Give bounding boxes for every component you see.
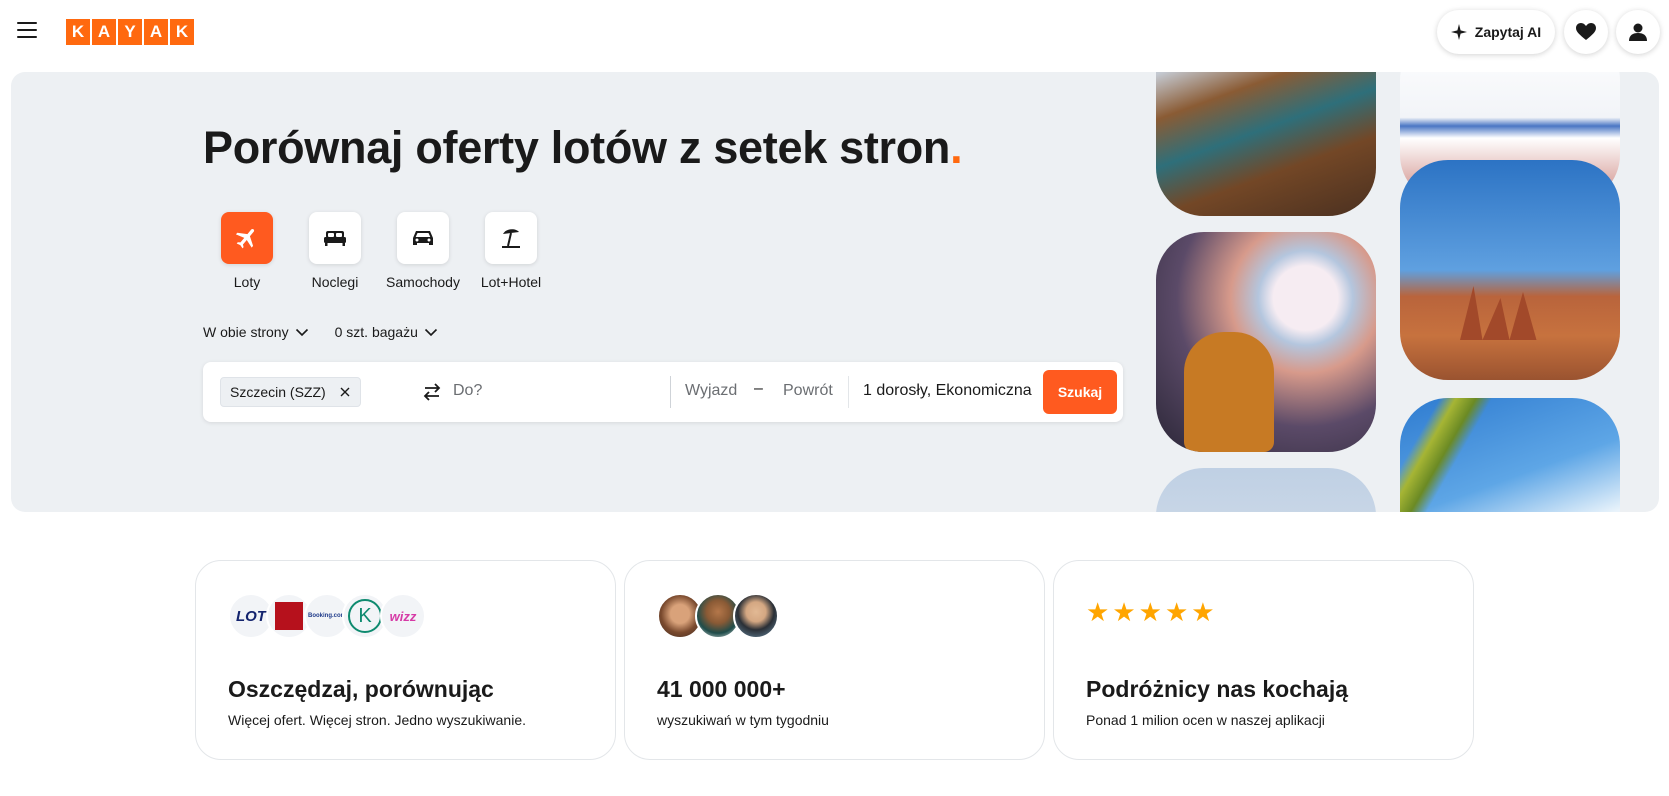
search-button[interactable]: Szukaj (1043, 370, 1117, 414)
vertical-label: Samochody (386, 274, 460, 290)
depart-date-input[interactable]: Wyjazd (685, 382, 737, 400)
vertical-label: Loty (233, 274, 261, 290)
date-separator: – (754, 380, 763, 397)
compare-card: LOT Booking.com K wizz Oszczędzaj, porów… (195, 560, 616, 760)
search-options: W obie strony 0 szt. bagażu (203, 324, 438, 340)
chevron-down-icon (295, 328, 308, 336)
photo-girl-at-airplane-window (1156, 232, 1376, 452)
logo-letter: K (170, 19, 194, 45)
user-icon (1629, 23, 1647, 41)
logo-letter: Y (118, 19, 142, 45)
vertical-nav: Loty Noclegi Samochody Lot+Hotel (203, 212, 555, 290)
rating-stars: ★ ★ ★ ★ ★ (1086, 599, 1215, 625)
photo-desert-rocks-plane (1400, 160, 1620, 380)
star-icon: ★ (1112, 597, 1136, 627)
kayak-logo[interactable]: K A Y A K (66, 19, 194, 45)
flight-search-form: Szczecin (SZZ) Do? Wyjazd – Powrót 1 dor… (203, 362, 1123, 422)
field-divider (848, 376, 849, 408)
logo-letter: A (92, 19, 116, 45)
photo-airplane-wing-river (1156, 72, 1376, 216)
avatar (733, 593, 779, 639)
vertical-label: Lot+Hotel (480, 274, 542, 290)
field-divider (670, 376, 671, 408)
vertical-packages[interactable]: Lot+Hotel (467, 212, 555, 290)
origin-value: Szczecin (SZZ) (230, 384, 326, 400)
trip-type-dropdown[interactable]: W obie strony (203, 324, 309, 340)
hero-section: Porównaj oferty lotów z setek stron. Lot… (11, 72, 1659, 512)
vertical-flights[interactable]: Loty (203, 212, 291, 290)
photo-sky (1156, 468, 1376, 512)
bags-label: 0 szt. bagażu (334, 324, 418, 340)
destination-input[interactable]: Do? (453, 382, 482, 400)
top-header: K A Y A K Zapytaj AI (0, 0, 1669, 66)
vertical-cars[interactable]: Samochody (379, 212, 467, 290)
menu-icon[interactable] (17, 22, 39, 40)
heart-icon (1576, 23, 1596, 40)
favorites-button[interactable] (1564, 10, 1608, 54)
vertical-stays[interactable]: Noclegi (291, 212, 379, 290)
card-subtitle: Ponad 1 milion ocen w naszej aplikacji (1086, 712, 1325, 728)
vertical-label: Noclegi (311, 274, 359, 290)
swap-icon[interactable] (421, 382, 443, 402)
reviews-card: ★ ★ ★ ★ ★ Podróżnicy nas kochają Ponad 1… (1053, 560, 1474, 760)
close-icon[interactable] (340, 387, 350, 397)
card-subtitle: wyszukiwań w tym tygodniu (657, 712, 829, 728)
logo-letter: A (144, 19, 168, 45)
star-icon: ★ (1138, 597, 1162, 627)
sparkle-icon (1450, 24, 1467, 40)
card-title: 41 000 000+ (657, 676, 786, 702)
photo-palm-sky (1400, 398, 1620, 512)
ask-ai-button[interactable]: Zapytaj AI (1437, 10, 1555, 54)
hero-title: Porównaj oferty lotów z setek stron. (203, 122, 963, 174)
return-date-input[interactable]: Powrót (783, 382, 833, 400)
star-icon: ★ (1086, 597, 1110, 627)
card-subtitle: Więcej ofert. Więcej stron. Jedno wyszuk… (228, 712, 526, 728)
logo-letter: K (66, 19, 90, 45)
star-icon: ★ (1191, 597, 1215, 627)
plane-icon (221, 212, 273, 264)
hero-title-dot: . (950, 122, 963, 173)
bed-icon (309, 212, 361, 264)
beach-icon (485, 212, 537, 264)
car-icon (397, 212, 449, 264)
bags-dropdown[interactable]: 0 szt. bagażu (335, 324, 438, 340)
hero-title-text: Porównaj oferty lotów z setek stron (203, 122, 951, 173)
travelers-cabin-selector[interactable]: 1 dorosły, Ekonomiczna (863, 382, 1032, 400)
searches-card: 41 000 000+ wyszukiwań w tym tygodniu (624, 560, 1045, 760)
chevron-down-icon (424, 328, 437, 336)
trip-type-label: W obie strony (203, 324, 289, 340)
user-avatars (657, 593, 779, 639)
star-icon: ★ (1164, 597, 1189, 627)
k-letter: K (348, 599, 382, 633)
wizz-logo: wizz (380, 593, 426, 639)
partner-logos: LOT Booking.com K wizz (228, 593, 426, 639)
account-button[interactable] (1616, 10, 1660, 54)
origin-chip[interactable]: Szczecin (SZZ) (220, 377, 361, 407)
ask-ai-label: Zapytaj AI (1474, 24, 1542, 40)
card-title: Oszczędzaj, porównując (228, 676, 494, 702)
card-title: Podróżnicy nas kochają (1086, 676, 1349, 702)
